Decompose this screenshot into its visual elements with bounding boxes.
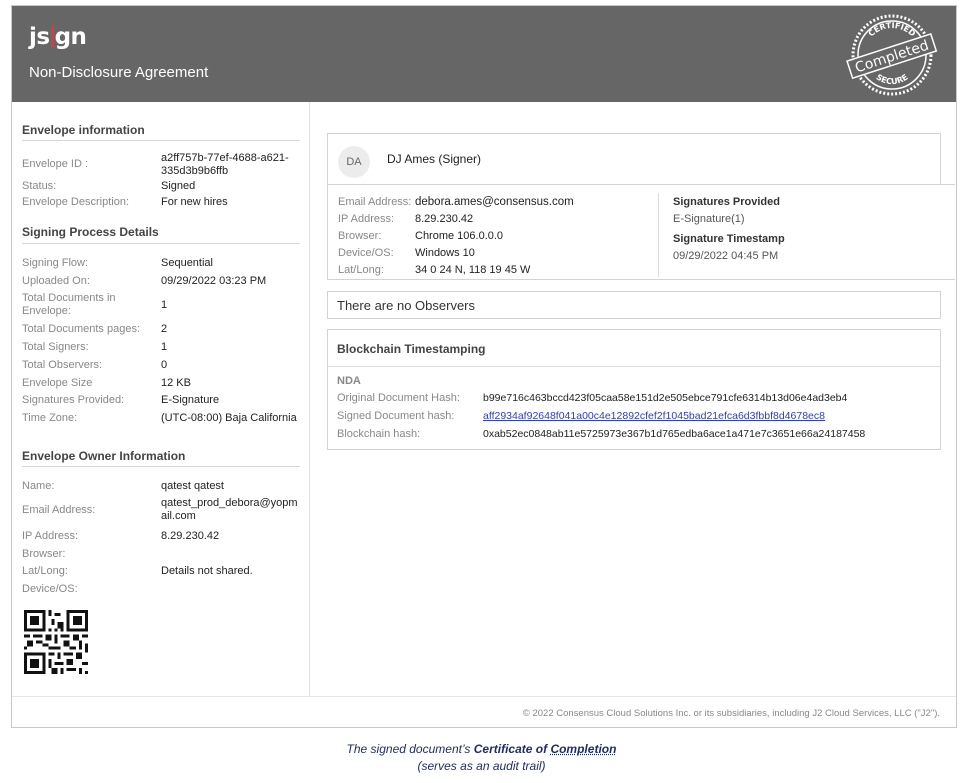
signatures-provided-count: E-Signature(1) [673, 213, 745, 225]
blockchain-title: Blockchain Timestamping [337, 342, 486, 356]
owner-latlong-value: Details not shared. [161, 565, 253, 577]
envelope-size-value: 12 KB [161, 377, 191, 389]
document-title: Non-Disclosure Agreement [29, 64, 209, 81]
signer-name: DJ Ames (Signer) [387, 152, 482, 166]
signatures-provided-label: Signatures Provided: [22, 394, 125, 406]
signer-latlong-label: Lat/Long: [338, 264, 384, 276]
total-signers-value: 1 [161, 341, 168, 353]
svg-text:SECURE: SECURE [874, 72, 909, 86]
signer-device-label: Device/OS: [338, 247, 394, 259]
blockchain-document-name: NDA [337, 375, 361, 387]
total-documents-value: 1 [161, 299, 168, 311]
original-hash-label: Original Document Hash: [337, 392, 460, 404]
owner-email-value: qatest_prod_debora@yopmail.com [161, 497, 298, 522]
uploaded-on-value: 09/29/2022 03:23 PM [161, 275, 267, 287]
total-observers-label: Total Observers: [22, 359, 103, 371]
envelope-id-value: a2ff757b-77ef-4688-a621-335d3b9b6ffb [161, 152, 289, 177]
blockchain-divider [328, 366, 940, 367]
total-signers-label: Total Signers: [22, 341, 89, 353]
owner-email-label: Email Address: [22, 504, 96, 516]
completed-seal-icon: CERTIFIED SECURE Completed [846, 14, 938, 96]
signer-latlong-value: 34 0 24 N, 118 19 45 W [415, 264, 531, 276]
time-zone-label: Time Zone: [22, 412, 78, 424]
envelope-id-label: Envelope ID : [22, 158, 89, 170]
signer-ip-label: IP Address: [338, 213, 395, 225]
total-observers-value: 0 [161, 359, 168, 371]
owner-device-label: Device/OS: [22, 583, 78, 595]
blockchain-hash-value: 0xab52ec0848ab11e5725973e367b1d765edba6a… [483, 428, 866, 440]
signer-browser-label: Browser: [338, 230, 382, 242]
signer-device-value: Windows 10 [415, 247, 475, 259]
footer-copyright: © 2022 Consensus Cloud Solutions Inc. or… [522, 708, 940, 719]
signer-card-header: DA DJ Ames (Signer) [327, 133, 941, 185]
uploaded-on-label: Uploaded On: [22, 275, 90, 287]
certificate-header: js gn Non-Disclosure Agreement CERTIFIED … [12, 6, 956, 102]
section-divider [22, 243, 300, 244]
signatures-provided-heading: Signatures Provided [673, 196, 780, 208]
blockchain-card: Blockchain Timestamping NDA Original Doc… [327, 329, 941, 450]
owner-name-label: Name: [22, 480, 55, 492]
signer-email-value: debora.ames@consensus.com [415, 196, 574, 208]
signing-flow-value: Sequential [161, 257, 213, 269]
envelope-info-title: Envelope information [22, 123, 145, 137]
signing-process-title: Signing Process Details [22, 225, 159, 239]
total-documents-label: Total Documents in Envelope: [22, 292, 116, 317]
main-panel: DA DJ Ames (Signer) Email Address: debor… [311, 102, 956, 696]
time-zone-value: (UTC-08:00) Baja California [161, 412, 297, 424]
total-pages-value: 2 [161, 323, 168, 335]
section-divider [22, 140, 300, 141]
figure-caption-subtitle: (serves as an audit trail) [417, 759, 546, 773]
jsign-logo: js gn [29, 24, 87, 50]
signature-timestamp-value: 09/29/2022 04:45 PM [673, 250, 779, 262]
envelope-description-label: Envelope Description: [22, 196, 130, 208]
observers-card: There are no Observers [327, 291, 941, 319]
blockchain-hash-label: Blockchain hash: [337, 428, 421, 440]
signed-hash-link[interactable]: aff2934af92648f041a00c4e12892cfef2f1045b… [483, 410, 825, 422]
total-pages-label: Total Documents pages: [22, 323, 141, 335]
signer-details: Email Address: debora.ames@consensus.com… [327, 184, 955, 280]
signer-ip-value: 8.29.230.42 [415, 213, 474, 225]
footer-divider [12, 696, 956, 697]
no-observers-text: There are no Observers [337, 298, 476, 313]
signed-hash-label: Signed Document hash: [337, 410, 455, 422]
figure-caption: The signed document’s Certificate of Com… [346, 742, 617, 756]
owner-latlong-label: Lat/Long: [22, 565, 68, 577]
original-hash-value: b99e716c463bccd423f05caa58e151d2e505ebce… [483, 392, 848, 404]
section-divider [22, 466, 300, 467]
svg-text:CERTIFIED: CERTIFIED [867, 21, 918, 39]
signature-timestamp-heading: Signature Timestamp [673, 233, 785, 245]
status-label: Status: [22, 180, 57, 192]
envelope-size-label: Envelope Size [22, 377, 93, 389]
signer-avatar: DA [338, 146, 370, 178]
column-divider [658, 193, 659, 277]
signer-email-label: Email Address: [338, 196, 412, 208]
owner-info-title: Envelope Owner Information [22, 449, 186, 463]
owner-ip-label: IP Address: [22, 530, 79, 542]
signing-flow-label: Signing Flow: [22, 257, 89, 269]
envelope-sidebar: Envelope information Envelope ID : a2ff7… [12, 102, 310, 696]
qr-code-icon[interactable] [24, 610, 88, 674]
signer-browser-value: Chrome 106.0.0.0 [415, 230, 504, 242]
envelope-description-value: For new hires [161, 196, 228, 208]
certificate-frame: js gn Non-Disclosure Agreement CERTIFIED … [11, 5, 957, 728]
owner-ip-value: 8.29.230.42 [161, 530, 220, 542]
signatures-provided-value: E-Signature [161, 394, 220, 406]
owner-name-value: qatest qatest [161, 480, 224, 492]
status-value: Signed [161, 180, 196, 192]
owner-browser-label: Browser: [22, 548, 66, 560]
